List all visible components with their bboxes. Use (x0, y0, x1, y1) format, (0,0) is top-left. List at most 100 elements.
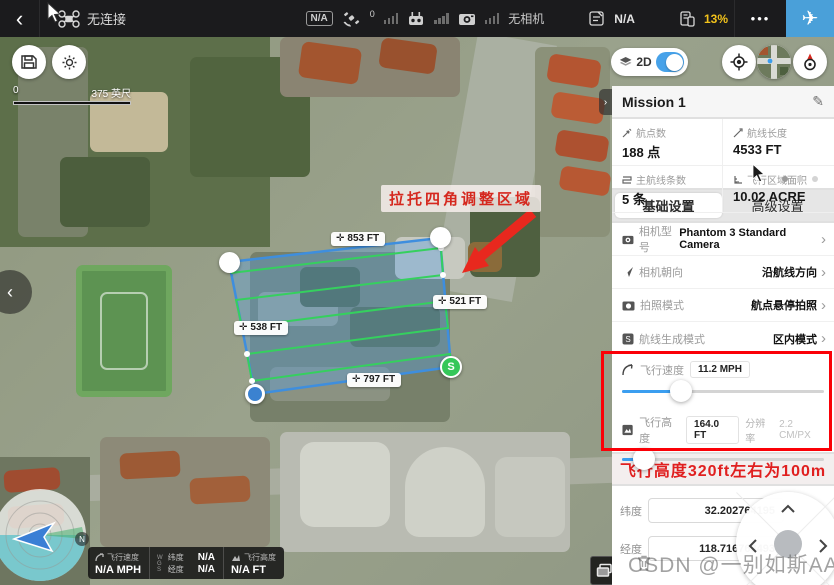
connection-status-label: 无连接 (87, 9, 126, 28)
nudge-right-button[interactable] (818, 538, 828, 554)
settings-button[interactable] (52, 45, 86, 79)
satellite-patch (405, 447, 485, 537)
camera-icon (458, 12, 476, 26)
edit-mission-button[interactable]: ✎ (812, 93, 824, 110)
stat-waypoints: 航点数 188 点 (612, 119, 723, 166)
panel-collapse-button[interactable]: › (599, 89, 612, 115)
chevron-right-icon: › (821, 330, 826, 347)
edge-length-label: ✛521 FT (433, 295, 487, 309)
mission-title: Mission 1 (622, 94, 686, 110)
camera-model-icon (622, 234, 634, 245)
compass-widget[interactable]: N (0, 487, 92, 585)
datum-label: WGS (157, 555, 163, 573)
setting-camera-heading[interactable]: 相机朝向 沿航线方向 › (612, 256, 834, 289)
delete-mission-button[interactable] (636, 554, 652, 572)
settings-list: 相机型号 Phantom 3 Standard Camera › 相机朝向 沿航… (612, 223, 834, 355)
satellite-patch (495, 457, 565, 537)
chevron-right-icon: › (604, 97, 607, 108)
gear-icon (60, 53, 79, 72)
corner-handle[interactable] (219, 252, 240, 273)
route-mode-icon: S (622, 333, 634, 345)
start-point-marker[interactable]: S (440, 356, 462, 378)
speed-icon (95, 553, 104, 562)
satellite-patch (468, 242, 502, 272)
setting-photo-mode[interactable]: 拍照模式 航点悬停拍照 › (612, 289, 834, 322)
corner-handle[interactable] (430, 227, 451, 248)
heading-icon (622, 266, 634, 278)
compass-north-label: N (79, 535, 85, 544)
stats-pagination-dots[interactable] (782, 176, 818, 182)
locate-icon (729, 52, 749, 72)
stat-area: 飞行区域面积 10.02 ACRE (723, 166, 834, 213)
chevron-right-icon: › (821, 297, 826, 314)
aircraft-status: 无连接 (58, 9, 126, 28)
chevron-right-icon: › (821, 231, 826, 248)
photo-mode-icon (622, 300, 635, 311)
satellite-patch (300, 442, 390, 527)
altitude-value: 164.0 FT (686, 416, 739, 444)
drone-icon (58, 10, 80, 28)
stat-main-lines: 主航线条数 5 条 (612, 166, 723, 213)
altitude-slider[interactable] (622, 458, 824, 461)
remote-controller-icon (407, 11, 425, 26)
nudge-dpad (736, 492, 834, 585)
move-cross-icon: ✛ (438, 296, 446, 307)
satellite-patch (189, 475, 250, 504)
telemetry-altitude: 飞行高度 N/A FT (223, 547, 284, 579)
mission-header: Mission 1 ✎ (612, 86, 834, 117)
corner-handle[interactable] (245, 384, 265, 404)
back-button[interactable]: ‹ (0, 0, 40, 37)
telemetry-speed: 飞行速度 N/A MPH (88, 547, 149, 579)
flight-speed-icon (622, 364, 634, 376)
app-window: ‹ 无连接 N/A 0 无相机 N/A 13% ••• ✈ (0, 0, 834, 585)
gps-count: 0 (370, 9, 375, 19)
map-mode-control: 2D (611, 48, 688, 76)
move-cross-icon: ✛ (336, 233, 344, 244)
camera-signal-bars-icon (485, 13, 500, 24)
collapse-left-button[interactable]: ‹ (0, 270, 32, 314)
save-icon (20, 53, 38, 71)
stat-route-length: 航线长度 4533 FT (723, 119, 834, 166)
speed-value: 11.2 MPH (690, 361, 750, 378)
nudge-center-button[interactable] (774, 530, 802, 558)
camera-status-label: 无相机 (508, 10, 544, 27)
resolution-value: 2.2 CM/PX (779, 419, 824, 441)
compass-north-icon (800, 52, 820, 72)
survey-polygon[interactable] (229, 238, 451, 394)
airplane-icon: ✈ (802, 6, 819, 31)
2d-mode-toggle[interactable] (656, 52, 684, 72)
locate-me-button[interactable] (722, 45, 756, 79)
start-flight-button[interactable]: ✈ (786, 0, 834, 37)
compass-reset-button[interactable] (793, 45, 827, 79)
altitude-slider-row: 飞行高度 164.0 FT 分辨率 2.2 CM/PX (622, 414, 824, 459)
route-length-icon (733, 128, 743, 138)
setting-camera-model[interactable]: 相机型号 Phantom 3 Standard Camera › (612, 223, 834, 256)
satellite-patch (60, 157, 150, 227)
speed-slider-row: 飞行速度 11.2 MPH (622, 361, 824, 406)
back-chevron-icon: ‹ (16, 6, 23, 32)
area-icon (733, 175, 743, 185)
nudge-up-button[interactable] (780, 504, 796, 514)
flight-altitude-icon (622, 424, 633, 436)
save-mission-button[interactable] (12, 45, 46, 79)
flight-mode-badge: N/A (306, 11, 333, 26)
edge-length-label: ✛538 FT (234, 321, 288, 335)
svg-text:S: S (625, 334, 630, 343)
minimap-thumbnail (757, 45, 791, 79)
edge-length-label: ✛797 FT (347, 373, 401, 387)
nudge-left-button[interactable] (748, 538, 758, 554)
sports-field-lines (100, 292, 148, 370)
speed-slider-handle[interactable] (670, 380, 692, 402)
map-scale-bar: 0375 英尺 (13, 85, 131, 105)
telemetry-position: WGS 纬度N/A 经度N/A (149, 547, 223, 579)
speed-slider[interactable] (622, 390, 824, 393)
minimap-button[interactable] (757, 45, 791, 79)
more-menu-button[interactable]: ••• (734, 0, 786, 37)
top-status-bar: ‹ 无连接 N/A 0 无相机 N/A 13% ••• ✈ (0, 0, 834, 37)
edge-length-label: ✛853 FT (331, 232, 385, 246)
setting-route-mode[interactable]: S 航线生成模式 区内模式 › (612, 322, 834, 355)
topbar-indicators: N/A 0 无相机 N/A 13% (306, 10, 728, 27)
telemetry-bar: 飞行速度 N/A MPH WGS 纬度N/A 经度N/A 飞行高度 N/A FT (88, 547, 284, 579)
altitude-icon (231, 553, 241, 562)
checklist-value: N/A (614, 12, 635, 26)
